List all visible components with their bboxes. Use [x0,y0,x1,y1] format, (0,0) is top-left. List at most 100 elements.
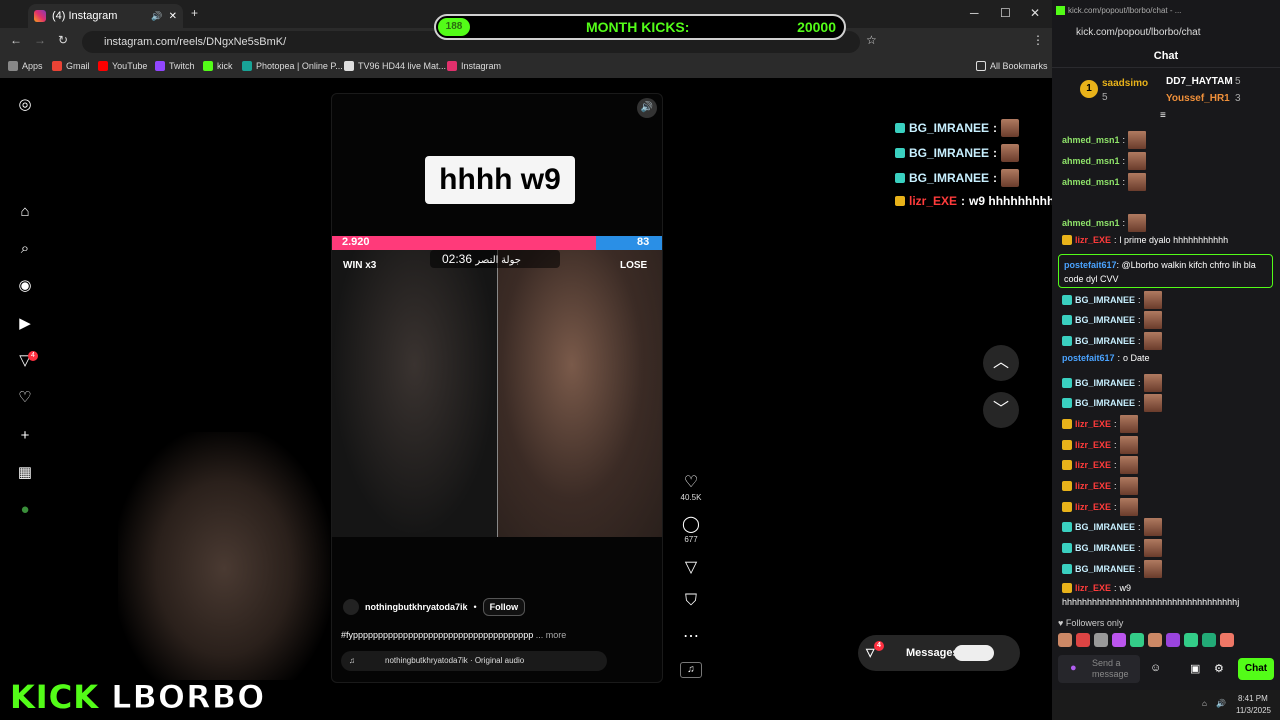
create-icon[interactable]: + [16,427,34,445]
follow-button[interactable]: Follow [482,598,526,616]
like-icon[interactable]: ♡ [680,472,702,492]
chat-emote [1119,498,1138,516]
bookmark-kick[interactable]: kick [203,61,233,71]
reel-video[interactable]: 2.920 83 WIN x3 LOSE 02:36 جولة النصر [332,236,662,537]
rank-badge: 1 [1080,80,1098,98]
profile-avatar-icon[interactable]: ● [16,501,34,519]
settings-icon[interactable]: ⚙ [1214,662,1224,675]
explore-icon[interactable]: ◉ [16,277,34,295]
heart-icon[interactable]: ♡ [16,389,34,407]
twitch-icon [155,61,165,71]
previous-reel-button[interactable]: ︿ [983,345,1019,381]
tab-instagram[interactable]: (4) Instagram 🔊 ✕ [28,4,183,28]
chat-message: lizr_EXE: [1062,436,1138,454]
all-bookmarks[interactable]: All Bookmarks [976,61,1048,71]
kicks-label: MONTH KICKS: [586,19,690,35]
crown-badge-icon [1062,235,1072,245]
next-reel-button[interactable]: ﹀ [983,392,1019,428]
crown-badge-icon [1062,419,1072,429]
followers-only-notice: ♥ Followers only [1058,618,1124,628]
close-window-icon[interactable]: ✕ [1030,6,1040,20]
maximize-icon[interactable]: ☐ [1000,6,1011,20]
bg-badge-icon [1062,564,1072,574]
emote-icon[interactable] [1202,633,1216,647]
chat-header: Chat [1052,44,1280,68]
chat-emote [1143,518,1162,536]
chat-message: BG_IMRANEE: [1062,560,1162,578]
emote-icon[interactable] [1184,633,1198,647]
new-tab-button[interactable]: + [191,6,198,20]
chat-message: lizr_EXE: [1062,456,1138,474]
star-icon[interactable]: ☆ [866,33,877,47]
bookmark-apps[interactable]: Apps [8,61,43,71]
crown-badge-icon [1062,481,1072,491]
mute-icon[interactable]: 🔊 [637,98,657,118]
bookmark-youtube[interactable]: YouTube [98,61,147,71]
messages-button[interactable]: ▽ 4 Messages [858,635,1020,671]
emote-icon[interactable] [1094,633,1108,647]
emote-picker-icon[interactable]: ☺ [1150,662,1161,674]
emote-icon[interactable] [1058,633,1072,647]
like-count: 40.5K [680,493,702,502]
left-score: 2.920 [342,236,370,248]
gift-leaderboard: 1 saadsimo 5 DD7_HAYTAM 5 Youssef_HR1 3 [1052,70,1280,110]
instagram-logo-icon[interactable]: ◎ [16,96,34,114]
audio-thumbnail-icon[interactable]: ♫ [680,662,702,678]
reel-caption: #fypppppppppppppppppppppppppppppppppppp … [341,630,567,640]
emote-icon[interactable] [1076,633,1090,647]
overlay-chat-message: BG_IMRANEE: [895,119,1020,137]
share-icon[interactable]: ▽ [680,557,702,577]
minimize-icon[interactable]: ─ [970,6,979,20]
collapse-icon[interactable]: ≡ [1160,110,1166,121]
search-icon[interactable]: ⌕ [16,240,34,258]
bookmark-instagram[interactable]: Instagram [447,61,501,71]
chat-message: BG_IMRANEE: [1062,539,1162,557]
chat-send-button[interactable]: Chat [1238,658,1274,680]
chat-emote [1119,456,1138,474]
bookmark-tv96[interactable]: TV96 HD44 live Mat... [344,61,446,71]
chat-message: BG_IMRANEE: [1062,291,1162,309]
leader-1-name: saadsimo [1102,78,1149,89]
chat-message: ahmed_msn1: [1062,131,1147,149]
speaker-icon[interactable]: 🔊 [151,11,162,22]
home-icon[interactable]: ⌂ [16,203,34,221]
emote-icon[interactable] [1148,633,1162,647]
crown-badge-icon [1062,583,1072,593]
comment-icon[interactable]: ◯ [680,514,702,534]
music-note-icon: ♫ [349,656,355,665]
close-tab-icon[interactable]: ✕ [169,11,177,22]
chat-emote [1128,173,1147,191]
kick-icon [203,61,213,71]
battle-score-bar: 2.920 83 [332,236,662,250]
audio-pill[interactable]: ♫ nothingbutkhryatoda7ik · Original audi… [341,651,607,671]
back-icon[interactable]: ← [10,33,22,47]
chat-emote [1143,374,1162,392]
taskbar: 8:41 PM 11/3/2025 ⌂ 🔊 [1052,690,1280,720]
reel-username[interactable]: nothingbutkhryatoda7ik [365,602,468,612]
save-icon[interactable]: ⛉ [680,592,702,610]
leader-1-count: 5 [1102,92,1108,103]
bookmark-twitch[interactable]: Twitch [155,61,195,71]
emote-icon[interactable] [1166,633,1180,647]
chat-emote [1119,436,1138,454]
win-label: WIN x3 [343,260,377,271]
reels-icon[interactable]: ▶ [16,315,34,333]
messages-badge: 4 [874,641,884,651]
bookmark-photopea[interactable]: Photopea | Online P... [242,61,343,71]
chat-message: ahmed_msn1: [1062,173,1147,191]
chat-emote [1001,119,1020,137]
reload-icon[interactable]: ↻ [58,33,68,47]
chat-message-last: lizr_EXE: w9 [1062,583,1131,593]
emote-icon[interactable] [1112,633,1126,647]
shop-icon[interactable]: ▣ [1190,662,1200,675]
bookmark-gmail[interactable]: Gmail [52,61,90,71]
more-link[interactable]: ... more [536,630,567,640]
emote-icon[interactable] [1220,633,1234,647]
menu-icon[interactable]: ⋮ [1032,33,1044,47]
dashboard-icon[interactable]: ▦ [16,464,34,482]
mic-icon[interactable]: ● [1070,662,1077,674]
user-avatar[interactable] [343,599,359,615]
forward-icon[interactable]: → [34,33,46,47]
emote-icon[interactable] [1130,633,1144,647]
more-options-icon[interactable]: ⋯ [680,626,702,646]
